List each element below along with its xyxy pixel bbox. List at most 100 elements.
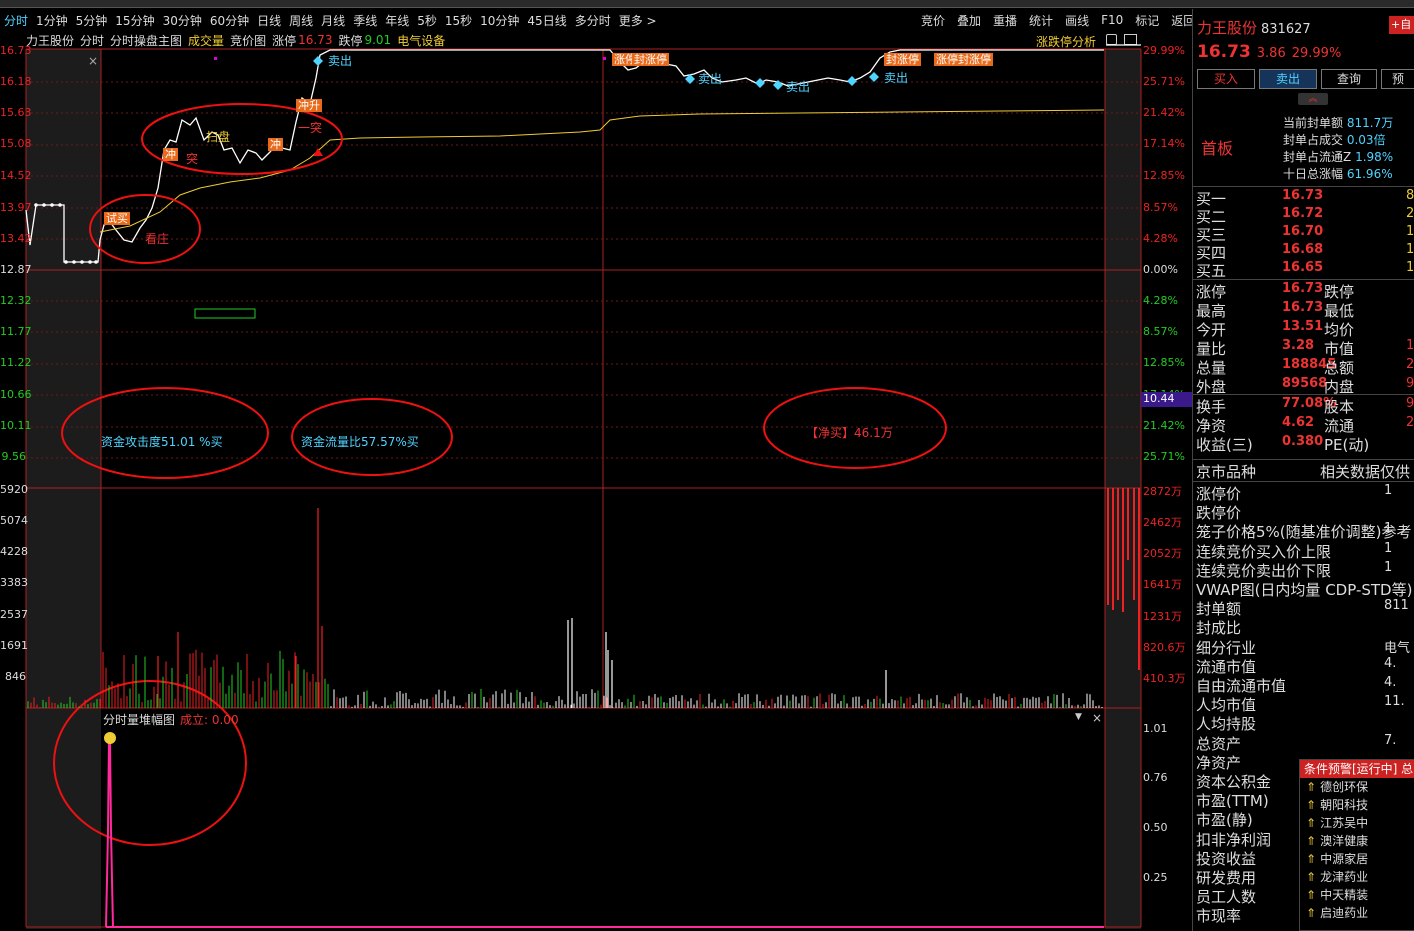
- stat-row: 总量 188845 总额 2: [1196, 357, 1414, 378]
- axis-label: 12.32: [0, 294, 32, 307]
- stat-row: 收益(三) 0.380 PE(动): [1196, 434, 1369, 455]
- axis-label: 14.52: [0, 169, 32, 182]
- axis-label: 16.18: [0, 75, 32, 88]
- axis-label: 2052万: [1143, 547, 1182, 560]
- board-label: 首板: [1201, 139, 1234, 158]
- alert-item[interactable]: ⇑ 江苏吴中: [1300, 814, 1414, 832]
- stat-row: 净资 4.62 流通 24: [1196, 415, 1414, 436]
- stat-label: 总量: [1196, 359, 1227, 377]
- stat-value: 16.73: [1282, 300, 1324, 315]
- fundamental-row: 扣非净利润: [1196, 829, 1271, 850]
- sub-dropdown-icon[interactable]: ▼: [1075, 712, 1082, 722]
- stat-label: 换手: [1196, 398, 1227, 416]
- axis-label: 820.6万: [1143, 641, 1186, 654]
- fundamental-label: 市现率: [1196, 907, 1242, 926]
- axis-label: 1.01: [1143, 722, 1168, 735]
- fundamental-row: 市盈(静): [1196, 809, 1253, 830]
- more-button[interactable]: 预: [1381, 69, 1414, 89]
- alert-item[interactable]: ⇑ 德创环保: [1300, 778, 1414, 796]
- axis-label: 12.85%: [1143, 169, 1185, 182]
- close-sub-icon[interactable]: ×: [1092, 711, 1102, 725]
- stat-row: 涨停 16.73 跌停: [1196, 281, 1354, 302]
- fundamental-row: 封成比: [1196, 617, 1241, 638]
- stat-label2: 总额: [1324, 359, 1355, 377]
- sub-value: 成立: 0.00: [180, 713, 239, 727]
- seal-item: 封单占流通Z 1.98%: [1283, 148, 1393, 165]
- stat-row: 最高 16.73 最低: [1196, 300, 1354, 321]
- fundamental-label: 净资产: [1196, 753, 1242, 772]
- stat-label2: 市值: [1324, 340, 1355, 358]
- alert-item[interactable]: ⇑ 启迪药业: [1300, 904, 1414, 922]
- stat-value: 4.62: [1282, 415, 1315, 430]
- hold-note: 看庄: [145, 232, 170, 246]
- flow-note: 资金流量比57.57%买: [301, 435, 419, 449]
- market-row: 京市品种 相关数据仅供: [1196, 461, 1410, 482]
- seal-item: 封单占成交 0.03倍: [1283, 131, 1386, 148]
- fundamental-row: 研发费用: [1196, 867, 1256, 888]
- chong2-tag: 冲: [268, 138, 283, 151]
- bid-label: 买五: [1196, 262, 1227, 280]
- fundamental-value: 1: [1384, 483, 1393, 498]
- stat-value: 13.51: [1282, 319, 1324, 334]
- alert-item[interactable]: ⇑ 中源家居: [1300, 850, 1414, 868]
- up-arrow-icon: ⇑: [1306, 834, 1317, 848]
- fundamental-row: VWAP图(日内均量 CDP-STD等): [1196, 579, 1412, 600]
- sell-button[interactable]: 卖出: [1259, 69, 1317, 89]
- buy-button[interactable]: 买入: [1197, 69, 1255, 89]
- alert-stock-name: 中源家居: [1320, 852, 1369, 866]
- alert-title[interactable]: 条件预警[运行中] 总: [1300, 760, 1414, 778]
- fundamental-row: 市盈(TTM): [1196, 790, 1269, 811]
- collapse-icon[interactable]: ︽: [1298, 93, 1328, 105]
- seal-item: 当前封单额 811.7万: [1283, 114, 1393, 131]
- close-icon[interactable]: ×: [88, 54, 98, 68]
- fundamental-label: 扣非净利润: [1196, 830, 1272, 849]
- sub-title[interactable]: 分时量堆幅图: [103, 711, 175, 728]
- bid-price: 16.72: [1282, 206, 1324, 221]
- fundamental-label: 细分行业: [1196, 638, 1257, 657]
- bid-price: 16.68: [1282, 242, 1324, 257]
- chart-canvas[interactable]: [0, 0, 1192, 931]
- fundamental-row: 自由流通市值 4.: [1196, 675, 1396, 696]
- fundamental-label: 人均持股: [1196, 715, 1257, 734]
- fundamental-label: 资本公积金: [1196, 773, 1272, 791]
- avg-line: [99, 109, 1105, 233]
- alert-item[interactable]: ⇑ 中天精装: [1300, 886, 1414, 904]
- fundamental-row: 流通市值 4.: [1196, 656, 1396, 677]
- sell2-note: 卖出: [698, 72, 723, 86]
- add-watch-button[interactable]: +自: [1389, 16, 1414, 34]
- market-left: 京市品种: [1196, 463, 1257, 481]
- panel-title: 力王股份 831627: [1197, 17, 1311, 38]
- seal-tag: 封涨停: [632, 53, 669, 66]
- axis-label: 0.25: [1143, 871, 1168, 884]
- stat-label: 收益(三): [1196, 436, 1253, 454]
- signal-block: [194, 308, 256, 319]
- axis-label: 13.97: [0, 201, 32, 214]
- highlight-ellipses: [53, 103, 947, 846]
- axis-label: 3383: [0, 576, 28, 589]
- up-arrow-icon: ⇑: [1306, 888, 1317, 902]
- query-button[interactable]: 查询: [1321, 69, 1377, 89]
- seal-item-label: 封单占成交: [1283, 133, 1344, 147]
- fundamental-label: 人均市值: [1196, 696, 1257, 715]
- alert-item[interactable]: ⇑ 朝阳科技: [1300, 796, 1414, 814]
- alert-item[interactable]: ⇑ 澳洋健康: [1300, 832, 1414, 850]
- alert-item[interactable]: ⇑ 龙津药业: [1300, 868, 1414, 886]
- alert-stock-name: 启迪药业: [1320, 906, 1369, 920]
- marker-dot2: [603, 57, 606, 60]
- quote-panel: 力王股份 831627 16.73 3.86 29.99% +自 买入 卖出 查询 预…: [1192, 9, 1414, 931]
- alert-stock-name: 澳洋健康: [1320, 834, 1369, 848]
- stat-label2: 最低: [1324, 302, 1355, 320]
- stat-value2: 24: [1406, 415, 1414, 430]
- stat-value: 0.380: [1282, 434, 1324, 449]
- fundamental-value: 811: [1384, 598, 1409, 614]
- axis-label: 2537: [0, 608, 28, 621]
- panel-stock-code: 831627: [1261, 22, 1311, 37]
- fundamental-row: 人均市值 11.: [1196, 694, 1405, 715]
- bid-qty: 1: [1406, 260, 1414, 275]
- bid-row[interactable]: 买五 16.65 1: [1196, 260, 1414, 281]
- fundamental-value: 1: [1384, 521, 1393, 537]
- fundamental-row: 封单额 811: [1196, 598, 1409, 619]
- axis-label: 1231万: [1143, 610, 1182, 623]
- fundamental-label: 投资收益: [1196, 849, 1257, 868]
- yitu-note: 一突: [298, 121, 323, 135]
